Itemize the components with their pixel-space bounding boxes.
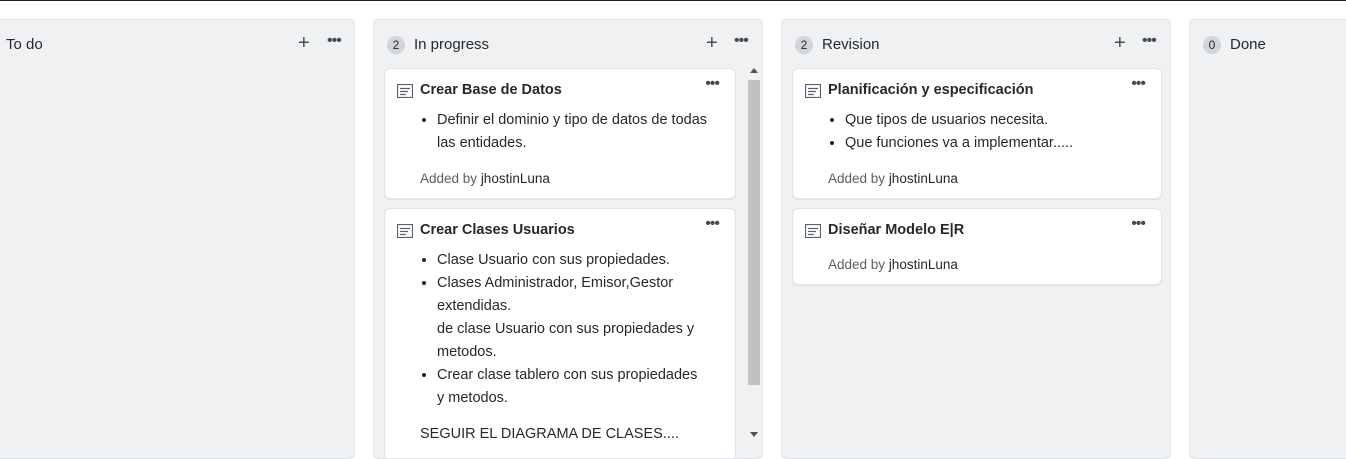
card-count-badge: 2 — [795, 36, 813, 54]
added-by-user[interactable]: jhostinLuna — [481, 171, 550, 186]
added-by-user[interactable]: jhostinLuna — [889, 171, 958, 186]
card-title[interactable]: Crear Base de Datos — [420, 82, 562, 98]
scrollbar-thumb[interactable] — [748, 80, 760, 385]
column-revision: 2 Revision + ••• Planificación y especif… — [781, 19, 1171, 459]
scroll-up-arrow-icon[interactable] — [750, 68, 758, 73]
column-todo: To do + ••• — [0, 19, 355, 459]
added-by: Added by jhostinLuna — [828, 257, 958, 272]
list-item: Que tipos de usuarios necesita. — [845, 109, 1135, 132]
card-note-list: Que tipos de usuarios necesita. Que func… — [828, 109, 1135, 155]
scroll-down-arrow-icon[interactable] — [750, 432, 758, 437]
add-card-icon[interactable]: + — [298, 33, 310, 53]
list-item-text: Clases Administrador, Emisor,Gestor exte… — [437, 275, 674, 314]
added-by-label: Added by — [828, 257, 886, 272]
card-title[interactable]: Planificación y especificación — [828, 82, 1034, 98]
column-title: Revision — [822, 36, 880, 53]
added-by-user[interactable]: jhostinLuna — [889, 257, 958, 272]
column-header: 0 Done — [1190, 34, 1346, 56]
list-item: Clase Usuario con sus propiedades. — [437, 249, 702, 272]
card-menu-icon[interactable]: ••• — [1131, 215, 1146, 233]
card-title[interactable]: Diseñar Modelo E|R — [828, 222, 964, 238]
card-note-list: Clase Usuario con sus propiedades. Clase… — [420, 249, 702, 410]
column-in-progress: 2 In progress + ••• Crear Base de Datos … — [373, 19, 763, 459]
card-planificacion[interactable]: Planificación y especificación ••• Que t… — [792, 68, 1162, 199]
card-count-badge: 0 — [1203, 36, 1221, 54]
list-item-continuation: de clase Usuario con sus propiedades y m… — [437, 321, 695, 360]
column-header: 2 In progress + ••• — [374, 32, 762, 56]
list-item: Que funciones va a implementar..... — [845, 132, 1135, 155]
note-icon — [805, 84, 821, 98]
card-disenar-modelo[interactable]: Diseñar Modelo E|R ••• Added by jhostinL… — [792, 208, 1162, 285]
column-title: Done — [1230, 36, 1266, 53]
column-menu-icon[interactable]: ••• — [1142, 32, 1157, 50]
list-item: Crear clase tablero con sus propiedades … — [437, 364, 702, 410]
column-done: 0 Done — [1189, 19, 1346, 459]
added-by-label: Added by — [420, 171, 478, 186]
list-item: Definir el dominio y tipo de datos de to… — [437, 109, 727, 155]
card-count-badge: 2 — [387, 36, 405, 54]
card-crear-clases-usuarios[interactable]: Crear Clases Usuarios ••• Clase Usuario … — [384, 208, 736, 458]
added-by: Added by jhostinLuna — [828, 171, 958, 186]
card-footer-text: SEGUIR EL DIAGRAMA DE CLASES.... — [420, 426, 679, 442]
column-title: To do — [6, 36, 43, 53]
add-card-icon[interactable]: + — [706, 33, 718, 53]
column-title: In progress — [414, 36, 490, 53]
list-item: Clases Administrador, Emisor,Gestor exte… — [437, 272, 702, 364]
card-crear-base-de-datos[interactable]: Crear Base de Datos ••• Definir el domin… — [384, 68, 736, 199]
column-menu-icon[interactable]: ••• — [734, 32, 749, 50]
note-icon — [397, 224, 413, 238]
column-header: 2 Revision + ••• — [782, 32, 1170, 56]
column-header: To do + ••• — [0, 32, 354, 56]
card-note-list: Definir el dominio y tipo de datos de to… — [420, 109, 727, 155]
add-card-icon[interactable]: + — [1114, 33, 1126, 53]
card-title[interactable]: Crear Clases Usuarios — [420, 222, 575, 238]
card-menu-icon[interactable]: ••• — [705, 75, 720, 93]
note-icon — [805, 224, 821, 238]
column-menu-icon[interactable]: ••• — [327, 32, 342, 50]
added-by: Added by jhostinLuna — [420, 171, 550, 186]
card-menu-icon[interactable]: ••• — [1131, 75, 1146, 93]
card-menu-icon[interactable]: ••• — [705, 215, 720, 233]
note-icon — [397, 84, 413, 98]
column-scrollbar[interactable] — [746, 68, 762, 444]
top-border — [0, 0, 1346, 1]
added-by-label: Added by — [828, 171, 886, 186]
